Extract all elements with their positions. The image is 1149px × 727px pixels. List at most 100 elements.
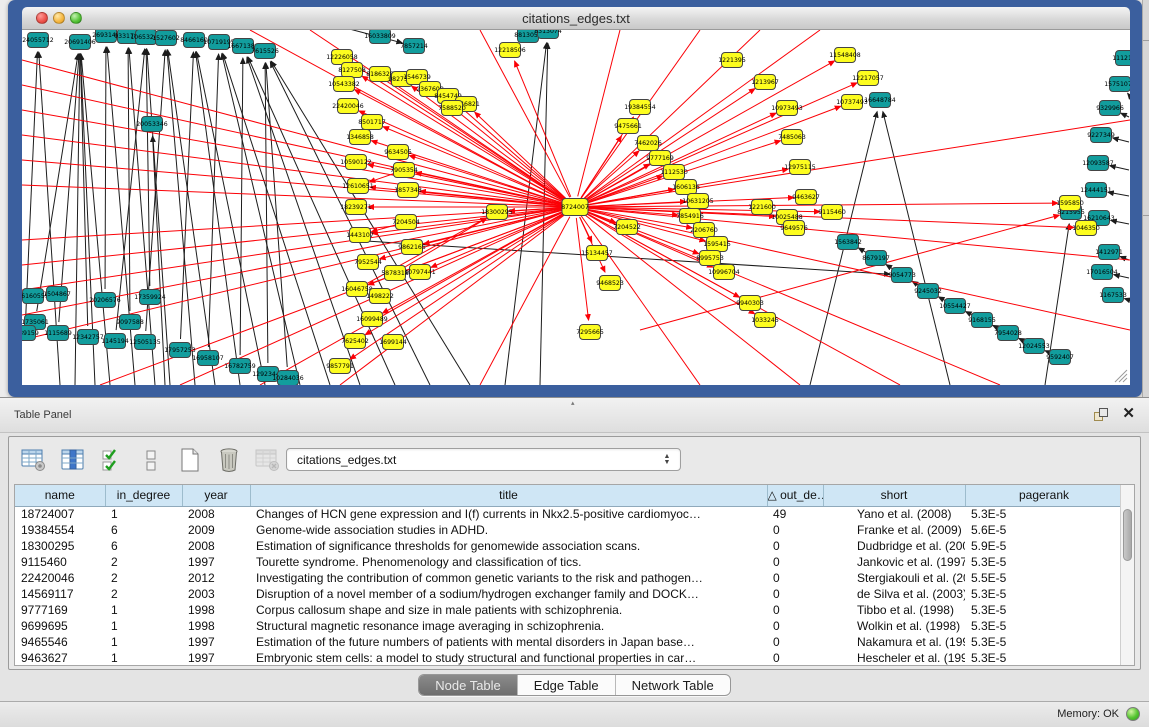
graph-node-9115460[interactable]: 9115460	[818, 205, 846, 220]
graph-node-1504867[interactable]: 1504867	[43, 287, 71, 302]
graph-node-12218506[interactable]: 12218506	[494, 43, 526, 58]
graph-node-8127508[interactable]: 8127508	[338, 63, 366, 78]
graph-node-20691406[interactable]: 20691406	[64, 35, 96, 50]
citation-network-graph[interactable]: 2405571220691406269314093317861065324715…	[22, 30, 1130, 385]
graph-node-1595415[interactable]: 1595415	[703, 237, 731, 252]
graph-node-9227349[interactable]: 9227349	[1087, 128, 1115, 143]
black-edge[interactable]	[25, 52, 37, 322]
unselect-all-button[interactable]	[136, 445, 166, 475]
graph-node-16648784[interactable]: 16648784	[864, 93, 896, 108]
red-edge[interactable]	[480, 30, 570, 197]
graph-node-9168155[interactable]: 9168155	[968, 313, 996, 328]
show-column-button[interactable]	[58, 445, 88, 475]
graph-node-12610651[interactable]: 12610651	[342, 179, 374, 194]
graph-node-10737493[interactable]: 10737493	[836, 95, 868, 110]
graph-node-1046350[interactable]: 1046350	[1072, 221, 1100, 236]
scrollbar-thumb[interactable]	[1123, 509, 1132, 561]
graph-node-1145194[interactable]: 1145194	[101, 334, 129, 349]
graph-node-12444151[interactable]: 12444151	[1080, 183, 1112, 198]
graph-node-20206576[interactable]: 20206576	[89, 293, 121, 308]
graph-node-1606136[interactable]: 1606136	[672, 180, 700, 195]
graph-node-8995753[interactable]: 8995753	[696, 251, 724, 266]
graph-node-12505135[interactable]: 12505135	[129, 335, 161, 350]
black-edge[interactable]	[1113, 138, 1129, 142]
new-column-button[interactable]	[175, 445, 205, 475]
graph-node-9329966[interactable]: 9329966	[1096, 101, 1124, 116]
graph-node-7905354[interactable]: 7905354	[390, 163, 418, 178]
graph-node-7204522[interactable]: 7204522	[613, 220, 641, 235]
black-edge[interactable]	[208, 54, 218, 347]
graph-node-10543382[interactable]: 10543382	[328, 77, 360, 92]
red-edge[interactable]	[584, 214, 800, 385]
graph-node-16033809[interactable]: 16033809	[364, 30, 396, 44]
column-header-short[interactable]: short	[823, 485, 965, 506]
graph-node-9592407[interactable]: 9592407	[1046, 350, 1074, 365]
graph-node-17016504[interactable]: 17016504	[1086, 265, 1118, 280]
graph-node-15751074[interactable]: 15751074	[1104, 77, 1130, 92]
graph-node-1563842[interactable]: 1563842	[834, 235, 862, 250]
red-edge[interactable]	[352, 63, 566, 201]
red-edge[interactable]	[480, 217, 570, 385]
graph-node-1595850[interactable]: 1595850	[1056, 196, 1084, 211]
black-edge[interactable]	[248, 57, 395, 385]
red-edge[interactable]	[22, 160, 564, 206]
graph-node-12975115[interactable]: 12975115	[784, 160, 816, 175]
black-edge[interactable]	[196, 52, 265, 385]
table-settings-button[interactable]	[19, 445, 49, 475]
black-edge[interactable]	[858, 248, 866, 253]
table-row[interactable]: 946362711997Embryonic stem cells: a mode…	[15, 650, 1123, 666]
graph-node-8501717[interactable]: 8501717	[358, 115, 386, 130]
graph-node-17957253[interactable]: 17957253	[164, 343, 196, 358]
graph-node-1412971[interactable]: 1412971	[1095, 245, 1123, 260]
graph-node-7295665[interactable]: 7295665	[576, 325, 604, 340]
graph-node-1112530[interactable]: 1112530	[660, 165, 688, 180]
graph-node-12342757[interactable]: 12342757	[72, 330, 104, 345]
graph-node-9097588[interactable]: 9097588	[116, 315, 144, 330]
table-row[interactable]: 1872400712008Changes of HCN gene express…	[15, 506, 1123, 522]
float-panel-icon[interactable]	[1094, 408, 1109, 422]
graph-node-1167533[interactable]: 1167533	[1099, 288, 1127, 303]
table-selector-dropdown[interactable]: citations_edges.txt ▲▼	[286, 448, 681, 471]
tab-node-table[interactable]: Node Table	[419, 675, 518, 695]
delete-column-button[interactable]	[214, 445, 244, 475]
graph-node-1857348[interactable]: 1857348	[394, 183, 422, 198]
graph-node-1033245[interactable]: 1033245	[751, 313, 779, 328]
black-edge[interactable]	[128, 48, 130, 311]
graph-node-5878318[interactable]: 5878318	[381, 266, 409, 281]
red-edge[interactable]	[412, 86, 567, 200]
red-edge[interactable]	[586, 208, 1130, 260]
graph-node-8313074[interactable]: 8313074	[534, 30, 562, 39]
graph-node-7854916[interactable]: 7854916	[676, 209, 704, 224]
graph-node-2206760[interactable]: 2206760	[690, 223, 718, 238]
close-panel-icon[interactable]: ✕	[1122, 406, 1135, 422]
graph-node-16782759[interactable]: 16782759	[224, 359, 256, 374]
column-header-in_degree[interactable]: in_degree	[105, 485, 182, 506]
red-edge[interactable]	[581, 216, 700, 385]
network-canvas[interactable]: 2405571220691406269314093317861065324715…	[22, 30, 1130, 385]
red-edge[interactable]	[584, 89, 755, 201]
red-edge[interactable]	[586, 209, 1130, 330]
graph-node-9649576[interactable]: 9649576	[780, 221, 808, 236]
column-header-name[interactable]: name	[15, 485, 105, 506]
node-table-grid[interactable]: namein_degreeyeartitle△ out_de…shortpage…	[15, 485, 1124, 666]
table-row[interactable]: 946554611997Estimation of the future num…	[15, 634, 1123, 650]
red-edge[interactable]	[475, 112, 567, 199]
graph-node-9634505[interactable]: 9634505	[384, 145, 412, 160]
graph-node-1213967[interactable]: 1213967	[751, 75, 779, 90]
graph-node-8679197[interactable]: 8679197	[862, 251, 890, 266]
delete-table-button-disabled[interactable]	[253, 445, 283, 475]
table-row[interactable]: 977716911998Corpus callosum shape and si…	[15, 602, 1123, 618]
red-edge[interactable]	[369, 174, 393, 182]
graph-node-7857214[interactable]: 7857214	[400, 39, 428, 54]
graph-node-24055712[interactable]: 24055712	[22, 33, 54, 48]
graph-node-9468523[interactable]: 9468523	[596, 276, 624, 291]
graph-node-1443107[interactable]: 1443107	[346, 228, 374, 243]
memory-status-orb-icon[interactable]	[1126, 707, 1140, 721]
table-row[interactable]: 911546021997Tourette syndrome. Phenomeno…	[15, 554, 1123, 570]
graph-node-9940303[interactable]: 9940303	[736, 296, 764, 311]
table-row[interactable]: 1938455462009Genome-wide association stu…	[15, 522, 1123, 538]
black-edge[interactable]	[1121, 113, 1129, 117]
graph-node-9475661[interactable]: 9475661	[614, 119, 642, 134]
graph-node-12093587[interactable]: 12093587	[1082, 156, 1114, 171]
graph-node-7615526[interactable]: 7615526	[251, 44, 279, 59]
